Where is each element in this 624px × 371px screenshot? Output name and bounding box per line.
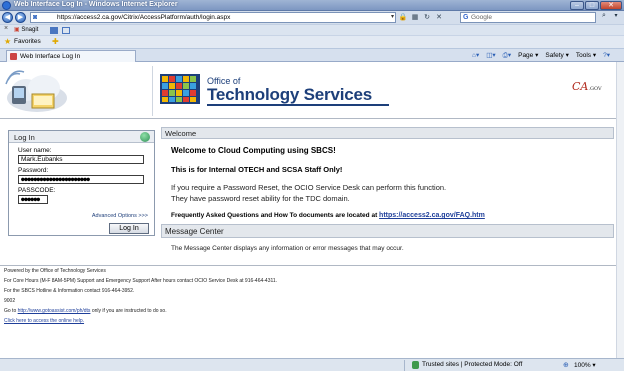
search-icon[interactable]: ⌕	[598, 12, 610, 23]
favorites-star-icon[interactable]: ★	[4, 37, 11, 46]
login-button[interactable]: Log In	[109, 223, 149, 234]
message-center-heading: Message Center	[165, 227, 224, 236]
security-zone[interactable]: Trusted sites | Protected Mode: Off	[422, 361, 522, 368]
site-header: Office of Technology Services CA.GOV	[0, 62, 616, 119]
message-center-header: Message Center	[161, 224, 614, 238]
otech-logo-icon	[160, 74, 200, 104]
status-divider	[404, 360, 405, 371]
passcode-label: PASSCODE:	[18, 187, 56, 194]
help-icon[interactable]: ?▾	[603, 51, 610, 60]
window-title: Web Interface Log In - Windows Internet …	[14, 1, 178, 8]
tab-title: Web Interface Log In	[20, 53, 81, 60]
page-content: Office of Technology Services CA.GOV Log…	[0, 62, 624, 358]
compatibility-icon[interactable]: ▦	[410, 12, 420, 23]
stop-icon[interactable]: ✕	[434, 12, 444, 23]
header-underline	[207, 104, 389, 106]
welcome-heading: Welcome	[165, 129, 197, 138]
maximize-button[interactable]: □	[585, 1, 599, 10]
address-toolbar: ◀ ▶ ◙ https://access2.ca.gov/Citrix/Acce…	[0, 11, 624, 24]
search-options-icon[interactable]: ▾	[611, 12, 621, 23]
page-menu[interactable]: Page ▾	[518, 51, 538, 60]
username-field[interactable]: Mark.Eubanks	[18, 155, 144, 164]
footer-gotoassist: Go to http://www.gotoassist.com/ph/dts o…	[4, 308, 167, 314]
zoom-level[interactable]: 100% ▾	[574, 361, 596, 369]
footer-hotline: For the SBCS Hotline & Information conta…	[4, 288, 135, 294]
address-url[interactable]: https://access2.ca.gov/Citrix/AccessPlat…	[57, 14, 230, 21]
window-capture-icon[interactable]	[62, 27, 70, 34]
address-dropdown-icon[interactable]: ▾	[391, 13, 394, 20]
tab-bar: Web Interface Log In ⌂▾ ◫▾ ⎙▾ Page ▾ Saf…	[0, 48, 624, 62]
vertical-scrollbar[interactable]	[616, 62, 624, 358]
online-help-link[interactable]: Click here to access the online help.	[4, 318, 84, 324]
ie-icon	[2, 1, 11, 10]
refresh-icon[interactable]: ↻	[422, 12, 432, 23]
login-panel: Log In User name: Mark.Eubanks Password:…	[8, 130, 155, 236]
footer-help: Click here to access the online help.	[4, 318, 84, 324]
tab-favicon-icon	[10, 53, 17, 60]
snagit-label: Snagit	[21, 27, 39, 33]
footer-code: 9002	[4, 298, 16, 304]
advanced-options-link[interactable]: Advanced Options >>>	[92, 213, 148, 219]
minimize-button[interactable]: –	[570, 1, 584, 10]
footer-support: For Core Hours (M-F 8AM-5PM) Support and…	[4, 278, 278, 284]
capture-icon[interactable]	[50, 27, 58, 34]
refresh-login-icon	[140, 132, 150, 142]
address-icons: 🔒 ▦ ↻ ✕	[398, 12, 444, 23]
home-icon[interactable]: ⌂▾	[472, 51, 479, 60]
password-label: Password:	[18, 167, 49, 174]
reset-text-line2: They have password reset ability for the…	[171, 194, 350, 203]
footer-divider	[0, 265, 616, 266]
login-heading: Log In	[14, 133, 35, 142]
welcome-title: Welcome to Cloud Computing using SBCS!	[171, 146, 336, 155]
search-placeholder: Google	[471, 14, 492, 21]
ca-gov-logo[interactable]: CA.GOV	[572, 80, 602, 93]
ca-logo-text: CA	[572, 80, 589, 93]
cloud-computing-graphic	[5, 70, 67, 112]
close-toolbar-icon[interactable]: ×	[4, 25, 8, 32]
snagit-toolbar: × ▣ Snagit	[0, 24, 624, 35]
ca-logo-suffix: .GOV	[588, 86, 602, 92]
title-bar: Web Interface Log In - Windows Internet …	[0, 0, 624, 11]
footer-powered-by: Powered by the Office of Technology Serv…	[4, 268, 106, 274]
snagit-button[interactable]: ▣ Snagit	[14, 26, 38, 33]
lock-icon[interactable]: 🔒	[398, 12, 408, 23]
gotoassist-post: only if you are instructed to do so.	[91, 308, 167, 314]
page-icon: ◙	[33, 14, 38, 21]
tools-menu[interactable]: Tools ▾	[576, 51, 596, 60]
password-field[interactable]: ●●●●●●●●●●●●●●●●●●●●●●	[18, 175, 144, 184]
google-icon: G	[463, 14, 469, 21]
add-favorite-icon[interactable]: ✚	[52, 37, 59, 46]
address-bar[interactable]: ◙ https://access2.ca.gov/Citrix/AccessPl…	[30, 12, 396, 23]
close-button[interactable]: ✕	[600, 1, 622, 10]
faq-text: Frequently Asked Questions and How To do…	[171, 212, 485, 219]
print-icon[interactable]: ⎙▾	[503, 51, 511, 60]
tab-web-interface[interactable]: Web Interface Log In	[6, 50, 136, 62]
trusted-sites-icon	[412, 361, 419, 369]
forward-icon[interactable]: ▶	[15, 12, 26, 23]
favorites-bar: ★ Favorites ✚	[0, 35, 624, 48]
faq-label: Frequently Asked Questions and How To do…	[171, 212, 378, 219]
username-label: User name:	[18, 147, 52, 154]
login-header: Log In	[9, 131, 154, 143]
back-icon[interactable]: ◀	[2, 12, 13, 23]
welcome-header: Welcome	[161, 127, 614, 139]
feeds-icon[interactable]: ◫▾	[486, 51, 495, 60]
zoom-icon: ⊕	[563, 362, 569, 369]
status-bar: Trusted sites | Protected Mode: Off ⊕ 10…	[0, 358, 624, 371]
faq-link[interactable]: https://access2.ca.gov/FAQ.htm	[379, 212, 485, 219]
reset-text-line1: If you require a Password Reset, the OCI…	[171, 183, 447, 192]
header-divider	[152, 66, 153, 116]
passcode-field[interactable]: ●●●●●●	[18, 195, 48, 204]
gotoassist-link[interactable]: http://www.gotoassist.com/ph/dts	[18, 308, 91, 314]
staff-notice: This is for Internal OTECH and SCSA Staf…	[171, 165, 343, 174]
header-org-name: Technology Services	[207, 85, 373, 104]
window-controls: – □ ✕	[570, 1, 622, 10]
favorites-button[interactable]: Favorites	[14, 38, 41, 45]
search-input[interactable]: G Google	[460, 12, 596, 23]
safety-menu[interactable]: Safety ▾	[545, 51, 569, 60]
command-bar: ⌂▾ ◫▾ ⎙▾ Page ▾ Safety ▾ Tools ▾ ?▾	[472, 51, 610, 60]
gotoassist-pre: Go to	[4, 308, 17, 314]
message-center-text: The Message Center displays any informat…	[171, 245, 404, 252]
